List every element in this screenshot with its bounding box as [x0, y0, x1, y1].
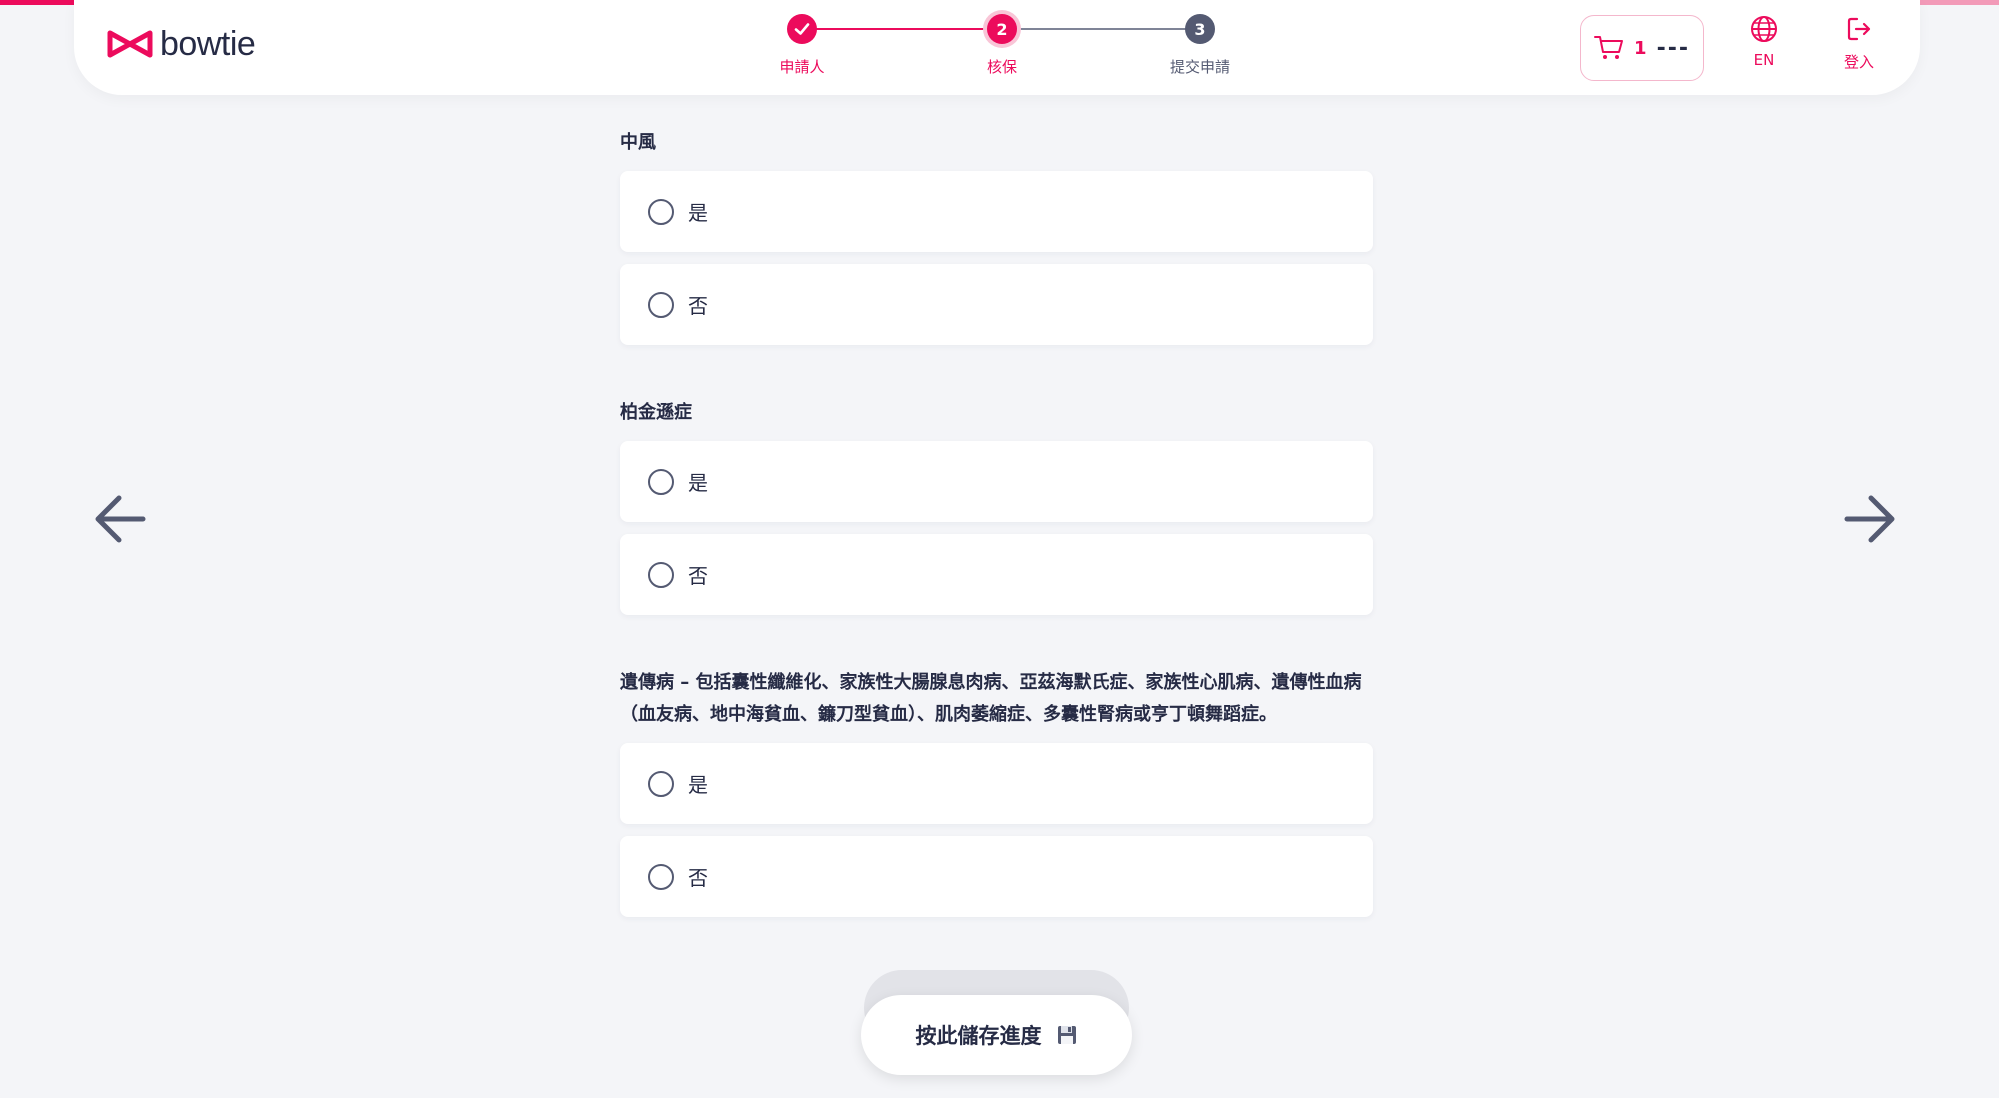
question-title-genetic-disease: 遺傳病 – 包括囊性纖維化、家族性大腸腺息肉病、亞茲海默氏症、家族性心肌病、遺傳…	[620, 672, 1362, 725]
radio-button[interactable]	[648, 468, 674, 495]
cart-button[interactable]: 1 ---	[1580, 15, 1704, 81]
radio-button[interactable]	[648, 561, 674, 588]
floppy-disk-icon	[1057, 1026, 1076, 1044]
option-stroke-no[interactable]: 否	[620, 264, 1373, 345]
step-connector	[802, 28, 1002, 30]
option-label: 是	[688, 201, 708, 225]
question-title-parkinsons: 柏金遜症	[620, 402, 692, 423]
save-progress-label: 按此儲存進度	[915, 1024, 1042, 1048]
arrow-left-icon	[95, 495, 146, 543]
previous-arrow-button[interactable]	[88, 487, 152, 551]
option-label: 否	[688, 564, 708, 588]
option-genetic-yes[interactable]: 是	[620, 743, 1373, 824]
language-button[interactable]: EN	[1729, 15, 1799, 81]
cart-count: 1	[1634, 37, 1647, 59]
save-progress-button[interactable]: 按此儲存進度	[861, 995, 1132, 1075]
radio-button[interactable]	[648, 770, 674, 797]
login-label: 登入	[1843, 53, 1874, 71]
radio-button[interactable]	[648, 863, 674, 890]
option-label: 否	[688, 294, 708, 318]
arrow-right-icon	[1844, 495, 1895, 543]
cart-price: ---	[1656, 35, 1690, 61]
option-stroke-yes[interactable]: 是	[620, 171, 1373, 252]
radio-button[interactable]	[648, 291, 674, 318]
globe-icon	[1751, 16, 1777, 42]
step-connector	[1002, 28, 1202, 30]
cart-icon	[1594, 36, 1624, 59]
header: bowtie 2 3 申請人 核保 提交申請 1 --- EN 登入	[74, 0, 1920, 95]
option-genetic-no[interactable]: 否	[620, 836, 1373, 917]
step-1-check	[787, 14, 817, 44]
next-arrow-button[interactable]	[1838, 487, 1902, 551]
step-2-number: 2	[987, 14, 1017, 44]
option-label: 否	[688, 866, 708, 890]
option-parkinsons-yes[interactable]: 是	[620, 441, 1373, 522]
language-label: EN	[1753, 51, 1775, 69]
step-3-number: 3	[1185, 14, 1215, 44]
option-parkinsons-no[interactable]: 否	[620, 534, 1373, 615]
radio-button[interactable]	[648, 198, 674, 225]
question-title-stroke: 中風	[620, 132, 656, 153]
option-label: 是	[688, 471, 708, 495]
step-1-label: 申請人	[779, 58, 825, 76]
login-button[interactable]: 登入	[1824, 15, 1894, 81]
step-2-label: 核保	[986, 58, 1017, 76]
check-icon	[794, 23, 810, 35]
step-3-label: 提交申請	[1169, 58, 1230, 76]
login-icon	[1847, 17, 1871, 41]
option-label: 是	[688, 773, 708, 797]
